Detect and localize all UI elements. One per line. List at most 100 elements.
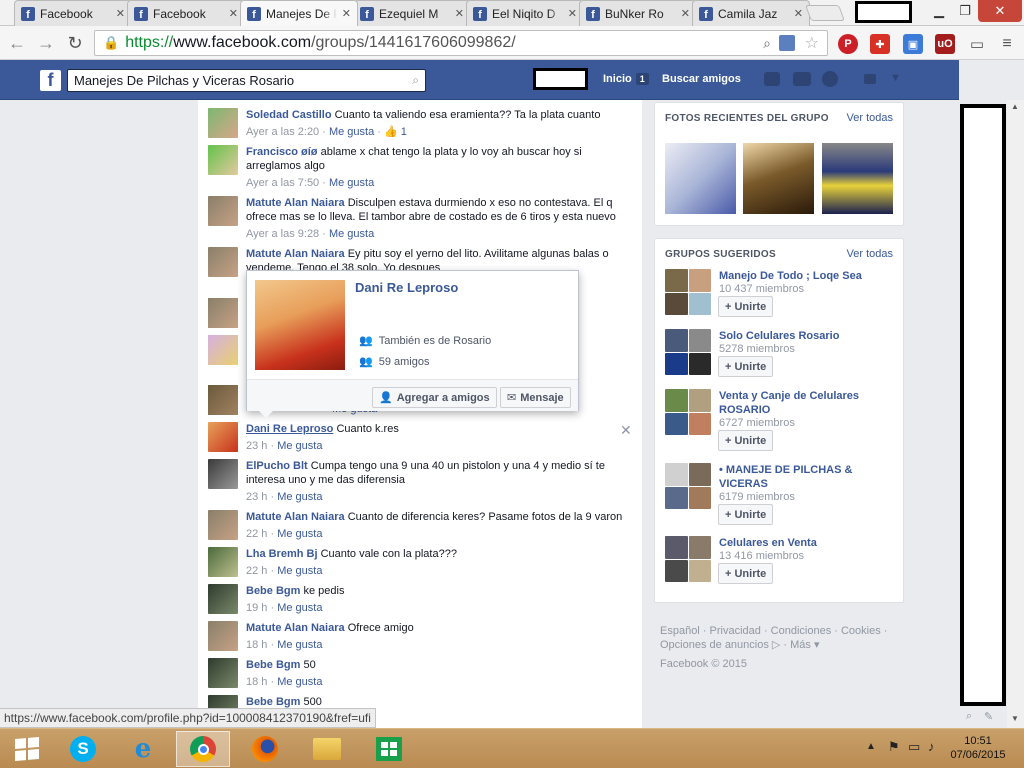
- find-friends-link[interactable]: Buscar amigos: [662, 73, 741, 85]
- footer-links[interactable]: Español · Privacidad · Condiciones · Coo…: [660, 624, 900, 638]
- zoom-icon[interactable]: ⌕: [763, 35, 771, 52]
- skype-icon[interactable]: S: [56, 731, 110, 767]
- comment-author[interactable]: Soledad Castillo: [246, 109, 332, 121]
- close-icon[interactable]: ✕: [681, 7, 690, 20]
- minimize-icon[interactable]: ▁: [926, 0, 952, 22]
- like-link[interactable]: Me gusta: [277, 639, 322, 651]
- photo-thumbnail[interactable]: [665, 143, 736, 214]
- store-icon[interactable]: [362, 731, 416, 767]
- group-thumbnails[interactable]: [665, 269, 711, 315]
- messages-icon[interactable]: [793, 72, 811, 86]
- comment-author[interactable]: Francisco øíø: [246, 146, 318, 158]
- join-group-button[interactable]: + Unirte: [718, 504, 774, 525]
- avatar[interactable]: [208, 459, 238, 489]
- remove-comment-icon[interactable]: ✕: [620, 422, 632, 439]
- avatar[interactable]: [208, 335, 238, 365]
- avatar[interactable]: [208, 422, 238, 452]
- message-button[interactable]: ✉ Mensaje: [500, 387, 571, 408]
- scroll-down-icon[interactable]: ▼: [1011, 714, 1019, 723]
- file-explorer-icon[interactable]: [300, 731, 354, 767]
- like-link[interactable]: Me gusta: [277, 491, 322, 503]
- chrome-icon[interactable]: [176, 731, 230, 767]
- ublock-icon[interactable]: uO: [935, 34, 955, 54]
- close-icon[interactable]: ✕: [455, 7, 464, 20]
- privacy-shortcuts-icon[interactable]: [864, 74, 876, 84]
- footer-ad-links[interactable]: Opciones de anuncios ▷ · Más ▾: [660, 638, 900, 652]
- comment-time[interactable]: Ayer a las 9:28: [246, 228, 319, 240]
- comment-author[interactable]: Matute Alan Naiara: [246, 511, 345, 523]
- windows-start-icon[interactable]: [0, 731, 54, 767]
- new-tab-button[interactable]: [805, 5, 845, 21]
- friend-requests-icon[interactable]: [764, 72, 780, 86]
- avatar[interactable]: [208, 298, 238, 328]
- comment-time[interactable]: 23 h: [246, 491, 267, 503]
- group-name[interactable]: • MANEJE DE PILCHAS & VICERAS: [719, 463, 895, 491]
- group-thumbnails[interactable]: [665, 536, 711, 582]
- volume-icon[interactable]: ♪: [928, 739, 935, 754]
- group-thumbnails[interactable]: [665, 389, 711, 435]
- close-icon[interactable]: ✕: [794, 7, 803, 20]
- menu-icon[interactable]: ≡: [997, 34, 1017, 54]
- tab-manejes[interactable]: f Manejes De Pilchas ✕: [240, 0, 358, 26]
- comment-author[interactable]: ElPucho Blt: [246, 460, 308, 472]
- like-count[interactable]: 1: [401, 126, 407, 138]
- avatar[interactable]: [208, 196, 238, 226]
- join-group-button[interactable]: + Unirte: [718, 356, 774, 377]
- close-icon[interactable]: ✕: [342, 7, 351, 20]
- network-icon[interactable]: ▭: [908, 739, 920, 755]
- comment-author[interactable]: Matute Alan Naiara: [246, 622, 345, 634]
- recent-photos-see-all[interactable]: Ver todas: [847, 112, 893, 124]
- close-icon[interactable]: ✕: [568, 7, 577, 20]
- like-link[interactable]: Me gusta: [277, 565, 322, 577]
- like-link[interactable]: Me gusta: [329, 126, 374, 138]
- like-link[interactable]: Me gusta: [277, 602, 322, 614]
- comment-time[interactable]: 18 h: [246, 639, 267, 651]
- join-group-button[interactable]: + Unirte: [718, 296, 774, 317]
- close-icon[interactable]: ✕: [229, 7, 238, 20]
- comment-time[interactable]: 23 h: [246, 440, 267, 452]
- tab-facebook-1[interactable]: f Facebook ✕: [14, 0, 132, 26]
- add-friend-button[interactable]: 👤 Agregar a amigos: [372, 387, 497, 408]
- comment-author[interactable]: Dani Re Leproso: [246, 423, 333, 435]
- comment-time[interactable]: 18 h: [246, 676, 267, 688]
- like-link[interactable]: Me gusta: [329, 177, 374, 189]
- avatar[interactable]: [208, 145, 238, 175]
- group-name[interactable]: Manejo De Todo ; Loqe Sea: [719, 269, 895, 283]
- reload-icon[interactable]: ↻: [63, 31, 87, 55]
- home-link[interactable]: Inicio 1: [603, 73, 649, 85]
- comment-author[interactable]: Bebe Bgm: [246, 696, 300, 708]
- avatar[interactable]: [208, 247, 238, 277]
- addon-icon[interactable]: ✚: [870, 34, 890, 54]
- chat-compose-icon[interactable]: ✎: [984, 710, 993, 723]
- comment-author[interactable]: Matute Alan Naiara: [246, 248, 345, 260]
- system-clock[interactable]: 10:51 07/06/2015: [946, 734, 1010, 762]
- close-icon[interactable]: ✕: [116, 7, 125, 20]
- comment-author[interactable]: Lha Bremh Bj: [246, 548, 318, 560]
- photo-thumbnail[interactable]: [822, 143, 893, 214]
- comment-author[interactable]: Matute Alan Naiara: [246, 197, 345, 209]
- internet-explorer-icon[interactable]: e: [116, 731, 170, 767]
- like-link[interactable]: Me gusta: [277, 528, 322, 540]
- group-name[interactable]: Venta y Canje de Celulares ROSARIO: [719, 389, 895, 417]
- maximize-icon[interactable]: ❐: [952, 0, 978, 22]
- suggested-groups-see-all[interactable]: Ver todas: [847, 248, 893, 260]
- group-thumbnails[interactable]: [665, 329, 711, 375]
- search-icon[interactable]: ⌕: [412, 73, 419, 88]
- action-center-flag-icon[interactable]: ⚑: [888, 739, 900, 755]
- notifications-globe-icon[interactable]: [822, 71, 838, 87]
- join-group-button[interactable]: + Unirte: [718, 430, 774, 451]
- bookmark-star-icon[interactable]: ☆: [805, 33, 819, 53]
- profile-photo[interactable]: [255, 280, 345, 370]
- search-input[interactable]: Manejes De Pilchas y Viceras Rosario ⌕: [67, 69, 426, 92]
- back-icon[interactable]: ←: [5, 31, 29, 55]
- comment-author[interactable]: Bebe Bgm: [246, 659, 300, 671]
- hovercard-name[interactable]: Dani Re Leproso: [355, 280, 458, 295]
- comment-author[interactable]: Bebe Bgm: [246, 585, 300, 597]
- avatar[interactable]: [208, 584, 238, 614]
- chat-search-icon[interactable]: ⌕: [966, 710, 972, 723]
- comment-time[interactable]: Ayer a las 7:50: [246, 177, 319, 189]
- comment-time[interactable]: Ayer a las 2:20: [246, 126, 319, 138]
- scroll-up-icon[interactable]: ▲: [1011, 102, 1019, 111]
- avatar[interactable]: [208, 621, 238, 651]
- facebook-logo-icon[interactable]: f: [40, 70, 61, 91]
